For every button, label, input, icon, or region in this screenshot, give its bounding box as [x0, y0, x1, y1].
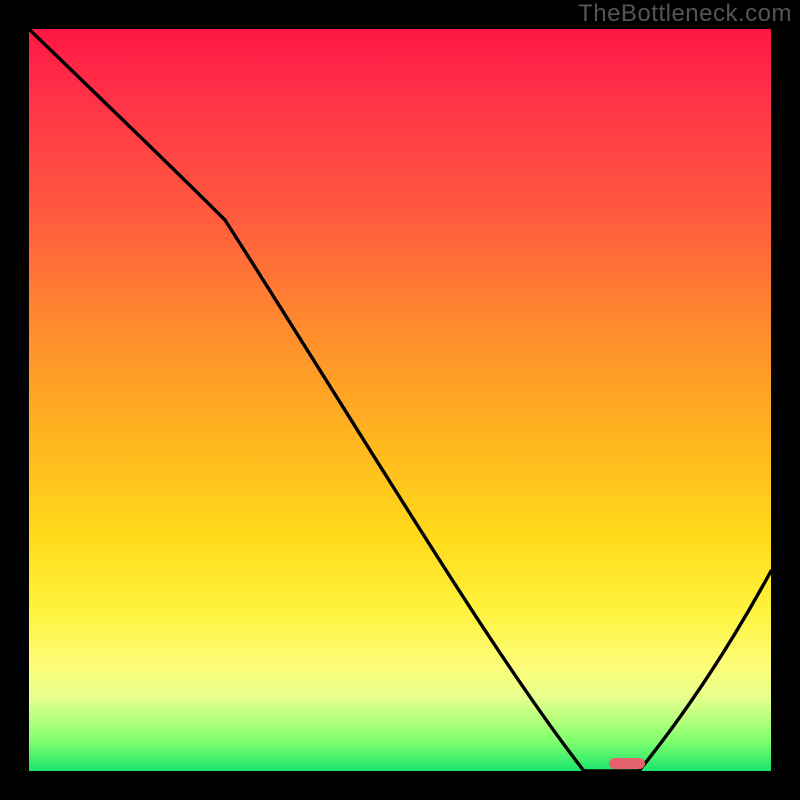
plot-area: [29, 29, 771, 771]
chart-frame: TheBottleneck.com: [0, 0, 800, 800]
bottleneck-curve: [29, 29, 771, 771]
watermark-text: TheBottleneck.com: [578, 0, 792, 28]
optimal-marker: [609, 758, 645, 769]
curve-layer: [29, 29, 771, 771]
